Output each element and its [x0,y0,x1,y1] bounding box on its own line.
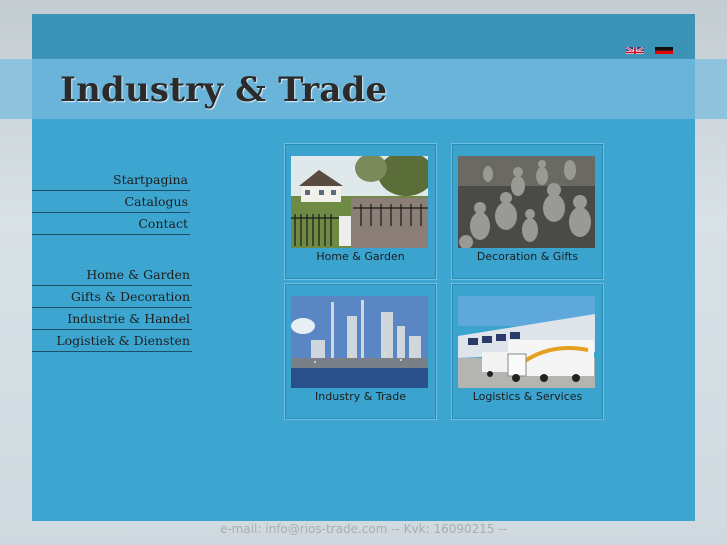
tile-decoration-gifts[interactable]: Decoration & Gifts [451,143,604,280]
page-title: Industry & Trade [60,70,388,110]
tile-caption[interactable]: Logistics & Services [452,390,603,403]
buddha-statues-photo[interactable] [458,156,595,248]
nav-item-home-garden[interactable]: Home & Garden [32,264,192,286]
house-garden-photo[interactable] [291,156,428,248]
german-flag-icon[interactable] [655,43,673,54]
tile-logistics-services[interactable]: Logistics & Services [451,283,604,420]
footer-text: e-mail: info@rios-trade.com -- Kvk: 1609… [219,522,508,536]
nav-item-startpagina[interactable]: Startpagina [32,169,190,191]
nav-item-contact[interactable]: Contact [32,213,190,235]
band-right [695,59,727,119]
tile-industry-trade[interactable]: Industry & Trade [284,283,437,420]
category-nav: Home & Garden Gifts & Decoration Industr… [32,264,192,352]
primary-nav: Startpagina Catalogus Contact [32,169,190,235]
nav-item-logistiek-diensten[interactable]: Logistiek & Diensten [32,330,192,352]
refinery-photo[interactable] [291,296,428,388]
uk-flag-icon[interactable] [626,43,644,54]
nav-item-catalogus[interactable]: Catalogus [32,191,190,213]
nav-item-gifts-decoration[interactable]: Gifts & Decoration [32,286,192,308]
top-bar [32,14,695,59]
trucks-warehouse-photo[interactable] [458,296,595,388]
tile-caption[interactable]: Decoration & Gifts [452,250,603,263]
tile-caption[interactable]: Industry & Trade [285,390,436,403]
nav-item-industrie-handel[interactable]: Industrie & Handel [32,308,192,330]
band-left [0,59,32,119]
tile-home-garden[interactable]: Home & Garden [284,143,437,280]
tile-caption[interactable]: Home & Garden [285,250,436,263]
